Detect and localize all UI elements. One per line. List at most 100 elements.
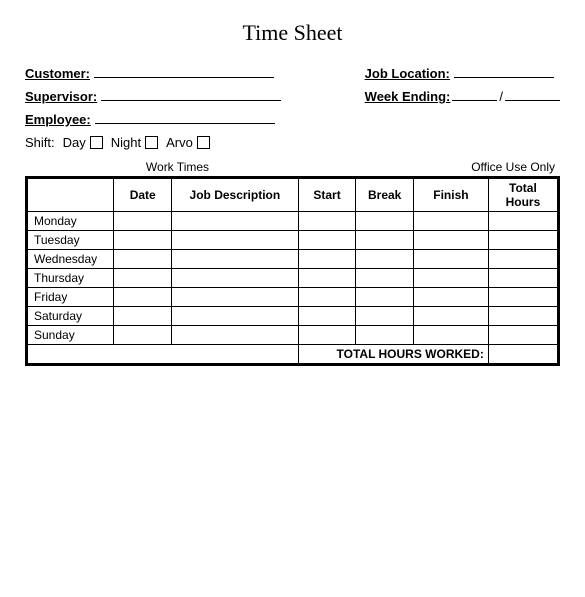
shift-night-option: Night bbox=[111, 135, 158, 150]
supervisor-field-row: Supervisor: bbox=[25, 87, 281, 104]
employee-field-row: Employee: bbox=[25, 110, 281, 127]
shift-row: Shift: Day Night Arvo bbox=[25, 135, 560, 150]
supervisor-label: Supervisor: bbox=[25, 89, 97, 104]
total-footer-empty1 bbox=[28, 345, 299, 364]
day-thursday: Thursday bbox=[28, 269, 114, 288]
total-hours-worked-value[interactable] bbox=[488, 345, 557, 364]
shift-day-checkbox[interactable] bbox=[90, 136, 103, 149]
week-ending-seg2 bbox=[505, 87, 560, 101]
shift-arvo-checkbox[interactable] bbox=[197, 136, 210, 149]
page: Time Sheet Customer: Supervisor: Employe… bbox=[0, 0, 585, 597]
start-wednesday[interactable] bbox=[298, 250, 356, 269]
customer-label: Customer: bbox=[25, 66, 90, 81]
finish-wednesday[interactable] bbox=[413, 250, 488, 269]
finish-tuesday[interactable] bbox=[413, 231, 488, 250]
start-friday[interactable] bbox=[298, 288, 356, 307]
date-thursday[interactable] bbox=[114, 269, 172, 288]
day-monday: Monday bbox=[28, 212, 114, 231]
day-tuesday: Tuesday bbox=[28, 231, 114, 250]
day-sunday: Sunday bbox=[28, 326, 114, 345]
employee-line bbox=[95, 110, 275, 124]
shift-arvo-option: Arvo bbox=[166, 135, 210, 150]
total-monday[interactable] bbox=[488, 212, 557, 231]
date-separator: / bbox=[499, 89, 503, 104]
customer-line bbox=[94, 64, 274, 78]
date-wednesday[interactable] bbox=[114, 250, 172, 269]
page-title: Time Sheet bbox=[25, 20, 560, 46]
finish-thursday[interactable] bbox=[413, 269, 488, 288]
desc-sunday[interactable] bbox=[172, 326, 299, 345]
break-monday[interactable] bbox=[356, 212, 414, 231]
date-tuesday[interactable] bbox=[114, 231, 172, 250]
total-tuesday[interactable] bbox=[488, 231, 557, 250]
total-friday[interactable] bbox=[488, 288, 557, 307]
start-tuesday[interactable] bbox=[298, 231, 356, 250]
total-footer-row: TOTAL HOURS WORKED: bbox=[28, 345, 558, 364]
job-location-line bbox=[454, 64, 554, 78]
week-ending-seg1 bbox=[452, 87, 497, 101]
job-location-label: Job Location: bbox=[365, 66, 450, 81]
date-sunday[interactable] bbox=[114, 326, 172, 345]
day-wednesday: Wednesday bbox=[28, 250, 114, 269]
start-monday[interactable] bbox=[298, 212, 356, 231]
total-hours-worked-label: TOTAL HOURS WORKED: bbox=[298, 345, 488, 364]
break-wednesday[interactable] bbox=[356, 250, 414, 269]
shift-night-checkbox[interactable] bbox=[145, 136, 158, 149]
total-thursday[interactable] bbox=[488, 269, 557, 288]
table-row: Sunday bbox=[28, 326, 558, 345]
break-sunday[interactable] bbox=[356, 326, 414, 345]
date-friday[interactable] bbox=[114, 288, 172, 307]
table-row: Wednesday bbox=[28, 250, 558, 269]
header-job-description: Job Description bbox=[172, 179, 299, 212]
table-row: Friday bbox=[28, 288, 558, 307]
start-sunday[interactable] bbox=[298, 326, 356, 345]
employee-label: Employee: bbox=[25, 112, 91, 127]
desc-saturday[interactable] bbox=[172, 307, 299, 326]
right-fields: Job Location: Week Ending: / bbox=[365, 64, 560, 127]
day-saturday: Saturday bbox=[28, 307, 114, 326]
desc-monday[interactable] bbox=[172, 212, 299, 231]
date-saturday[interactable] bbox=[114, 307, 172, 326]
total-saturday[interactable] bbox=[488, 307, 557, 326]
finish-monday[interactable] bbox=[413, 212, 488, 231]
shift-arvo-label: Arvo bbox=[166, 135, 193, 150]
total-sunday[interactable] bbox=[488, 326, 557, 345]
break-thursday[interactable] bbox=[356, 269, 414, 288]
form-section: Customer: Supervisor: Employee: Job Loca… bbox=[25, 64, 560, 127]
office-use-label: Office Use Only bbox=[330, 160, 560, 174]
desc-tuesday[interactable] bbox=[172, 231, 299, 250]
date-monday[interactable] bbox=[114, 212, 172, 231]
total-wednesday[interactable] bbox=[488, 250, 557, 269]
desc-thursday[interactable] bbox=[172, 269, 299, 288]
break-saturday[interactable] bbox=[356, 307, 414, 326]
start-thursday[interactable] bbox=[298, 269, 356, 288]
week-ending-label: Week Ending: bbox=[365, 89, 451, 104]
finish-friday[interactable] bbox=[413, 288, 488, 307]
header-finish: Finish bbox=[413, 179, 488, 212]
customer-field-row: Customer: bbox=[25, 64, 281, 81]
job-location-field-row: Job Location: bbox=[365, 64, 560, 81]
table-row: Thursday bbox=[28, 269, 558, 288]
finish-saturday[interactable] bbox=[413, 307, 488, 326]
finish-sunday[interactable] bbox=[413, 326, 488, 345]
shift-day-label: Day bbox=[63, 135, 86, 150]
header-break: Break bbox=[356, 179, 414, 212]
desc-wednesday[interactable] bbox=[172, 250, 299, 269]
timesheet-table: Date Job Description Start Break Finish … bbox=[27, 178, 558, 364]
start-saturday[interactable] bbox=[298, 307, 356, 326]
table-row: Tuesday bbox=[28, 231, 558, 250]
shift-day-option: Day bbox=[63, 135, 103, 150]
shift-night-label: Night bbox=[111, 135, 141, 150]
header-day bbox=[28, 179, 114, 212]
table-row: Monday bbox=[28, 212, 558, 231]
desc-friday[interactable] bbox=[172, 288, 299, 307]
timesheet-table-wrapper: Date Job Description Start Break Finish … bbox=[25, 176, 560, 366]
table-header-row: Date Job Description Start Break Finish … bbox=[28, 179, 558, 212]
break-friday[interactable] bbox=[356, 288, 414, 307]
header-start: Start bbox=[298, 179, 356, 212]
supervisor-line bbox=[101, 87, 281, 101]
work-times-label: Work Times bbox=[25, 160, 330, 174]
table-row: Saturday bbox=[28, 307, 558, 326]
week-ending-field-row: Week Ending: / bbox=[365, 87, 560, 104]
break-tuesday[interactable] bbox=[356, 231, 414, 250]
